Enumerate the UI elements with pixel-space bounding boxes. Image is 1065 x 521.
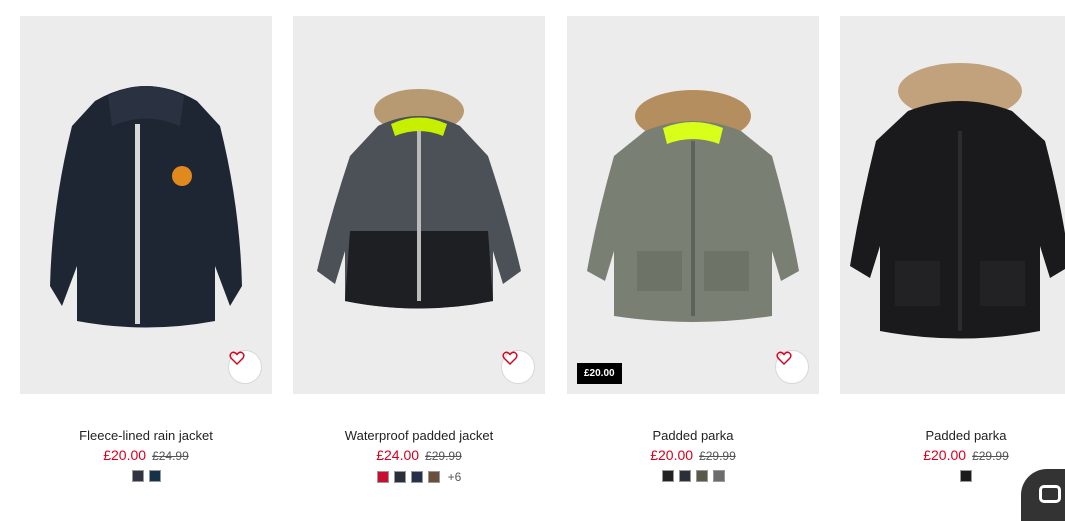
original-price: £29.99 [699, 449, 736, 463]
color-swatch[interactable] [427, 471, 440, 483]
color-swatch[interactable] [131, 470, 144, 482]
color-swatch[interactable] [148, 470, 161, 482]
product-image[interactable] [293, 16, 545, 394]
rain-jacket-illustration [50, 86, 242, 328]
product-image[interactable]: £20.00 [567, 16, 819, 394]
favourite-button[interactable] [228, 350, 262, 384]
original-price: £29.99 [972, 449, 1009, 463]
sale-price: £24.00 [376, 447, 420, 463]
color-swatch[interactable] [410, 471, 423, 483]
product-card[interactable]: £20.00 Padded parka £20.00 £29.99 [567, 16, 819, 496]
chat-icon [1039, 485, 1061, 503]
color-swatch[interactable] [712, 470, 725, 482]
padded-jacket-illustration [317, 89, 521, 309]
original-price: £24.99 [152, 449, 189, 463]
color-swatch[interactable] [376, 471, 389, 483]
heart-icon [502, 351, 518, 365]
color-swatches [20, 470, 272, 482]
padded-parka-illustration [587, 90, 799, 322]
product-prices: £20.00 £29.99 [840, 447, 1065, 463]
color-swatch[interactable] [695, 470, 708, 482]
product-image[interactable] [840, 16, 1065, 394]
color-swatch[interactable] [661, 470, 674, 482]
more-colors-count[interactable]: +6 [448, 470, 462, 484]
sale-price: £20.00 [650, 447, 694, 463]
product-title[interactable]: Padded parka [840, 428, 1065, 443]
chat-button[interactable] [1021, 469, 1065, 521]
product-prices: £20.00 £29.99 [567, 447, 819, 463]
color-swatch[interactable] [960, 470, 972, 482]
product-title[interactable]: Waterproof padded jacket [293, 428, 545, 443]
product-card[interactable]: Waterproof padded jacket £24.00 £29.99 +6 [293, 16, 545, 496]
product-prices: £20.00 £24.99 [20, 447, 272, 463]
product-card[interactable]: Fleece-lined rain jacket £20.00 £24.99 [20, 16, 272, 496]
color-swatches [567, 470, 819, 482]
product-title[interactable]: Padded parka [567, 428, 819, 443]
heart-icon [229, 351, 245, 365]
favourite-button[interactable] [501, 350, 535, 384]
color-swatch[interactable] [393, 471, 406, 483]
original-price: £29.99 [425, 449, 462, 463]
heart-icon [776, 351, 792, 365]
favourite-button[interactable] [775, 350, 809, 384]
product-image[interactable] [20, 16, 272, 394]
product-card[interactable]: Padded parka £20.00 £29.99 [840, 16, 1065, 496]
sale-price: £20.00 [923, 447, 967, 463]
sale-price: £20.00 [103, 447, 147, 463]
product-prices: £24.00 £29.99 [293, 447, 545, 463]
color-swatch[interactable] [678, 470, 691, 482]
product-title[interactable]: Fleece-lined rain jacket [20, 428, 272, 443]
black-parka-illustration [850, 63, 1065, 339]
color-swatches: +6 [293, 470, 545, 484]
price-badge: £20.00 [577, 363, 622, 384]
